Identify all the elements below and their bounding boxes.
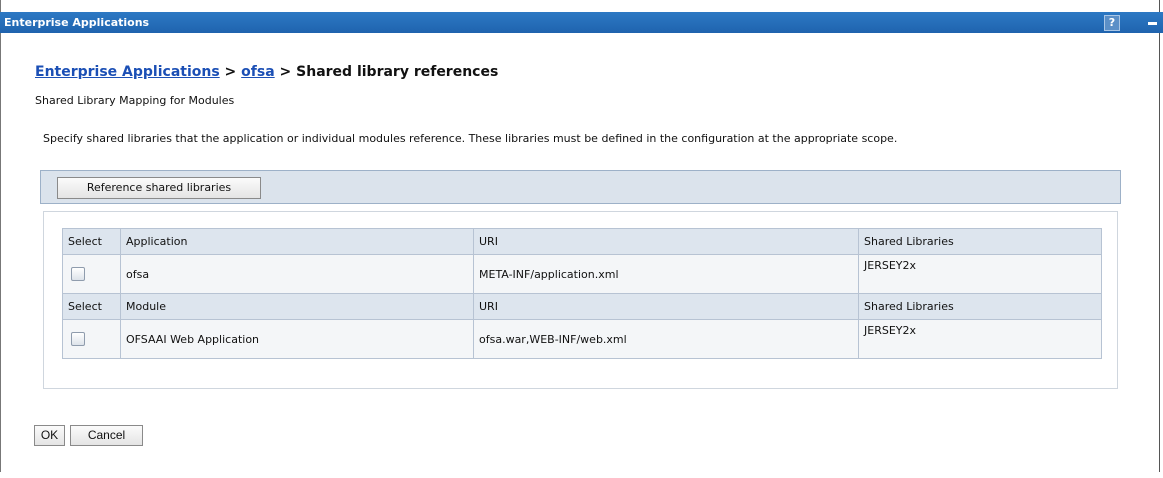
table-header-module: Select Module URI Shared Libraries	[62, 293, 1102, 320]
shared-libraries-cell: JERSEY2x	[858, 319, 1102, 359]
select-checkbox[interactable]	[71, 332, 85, 346]
module-name-cell: OFSAAI Web Application	[120, 319, 474, 359]
table-header-application: Select Application URI Shared Libraries	[62, 228, 1102, 255]
application-name-cell: ofsa	[120, 254, 474, 294]
breadcrumb-current: Shared library references	[296, 64, 499, 80]
column-header-select: Select	[62, 228, 121, 255]
window-title: Enterprise Applications	[4, 16, 150, 29]
select-cell	[62, 319, 121, 359]
page-description: Specify shared libraries that the applic…	[43, 132, 898, 145]
column-header-module: Module	[120, 293, 474, 320]
column-header-shared-libraries: Shared Libraries	[858, 228, 1102, 255]
help-icon[interactable]: ?	[1104, 15, 1120, 31]
ok-button[interactable]: OK	[34, 425, 65, 446]
breadcrumb-separator: >	[274, 64, 297, 80]
breadcrumb-separator: >	[219, 64, 242, 80]
window-titlebar: Enterprise Applications ?	[0, 12, 1163, 33]
column-header-uri: URI	[473, 228, 859, 255]
cancel-button[interactable]: Cancel	[70, 425, 143, 446]
minimize-icon[interactable]	[1145, 15, 1159, 29]
breadcrumb-link-ofsa[interactable]: ofsa	[241, 64, 275, 80]
table-toolbar: Reference shared libraries	[40, 170, 1121, 204]
breadcrumb: Enterprise Applications > ofsa > Shared …	[35, 64, 498, 80]
select-checkbox[interactable]	[71, 267, 85, 281]
table-row: OFSAAI Web Application ofsa.war,WEB-INF/…	[62, 319, 1102, 359]
column-header-select: Select	[62, 293, 121, 320]
table-row: ofsa META-INF/application.xml JERSEY2x	[62, 254, 1102, 294]
column-header-uri: URI	[473, 293, 859, 320]
uri-cell: ofsa.war,WEB-INF/web.xml	[473, 319, 859, 359]
reference-shared-libraries-button[interactable]: Reference shared libraries	[57, 177, 261, 199]
column-header-shared-libraries: Shared Libraries	[858, 293, 1102, 320]
breadcrumb-link-enterprise-applications[interactable]: Enterprise Applications	[35, 64, 220, 80]
select-cell	[62, 254, 121, 294]
shared-libraries-cell: JERSEY2x	[858, 254, 1102, 294]
column-header-application: Application	[120, 228, 474, 255]
shared-library-table: Select Application URI Shared Libraries …	[62, 228, 1102, 359]
page-subtitle: Shared Library Mapping for Modules	[35, 94, 235, 107]
uri-cell: META-INF/application.xml	[473, 254, 859, 294]
